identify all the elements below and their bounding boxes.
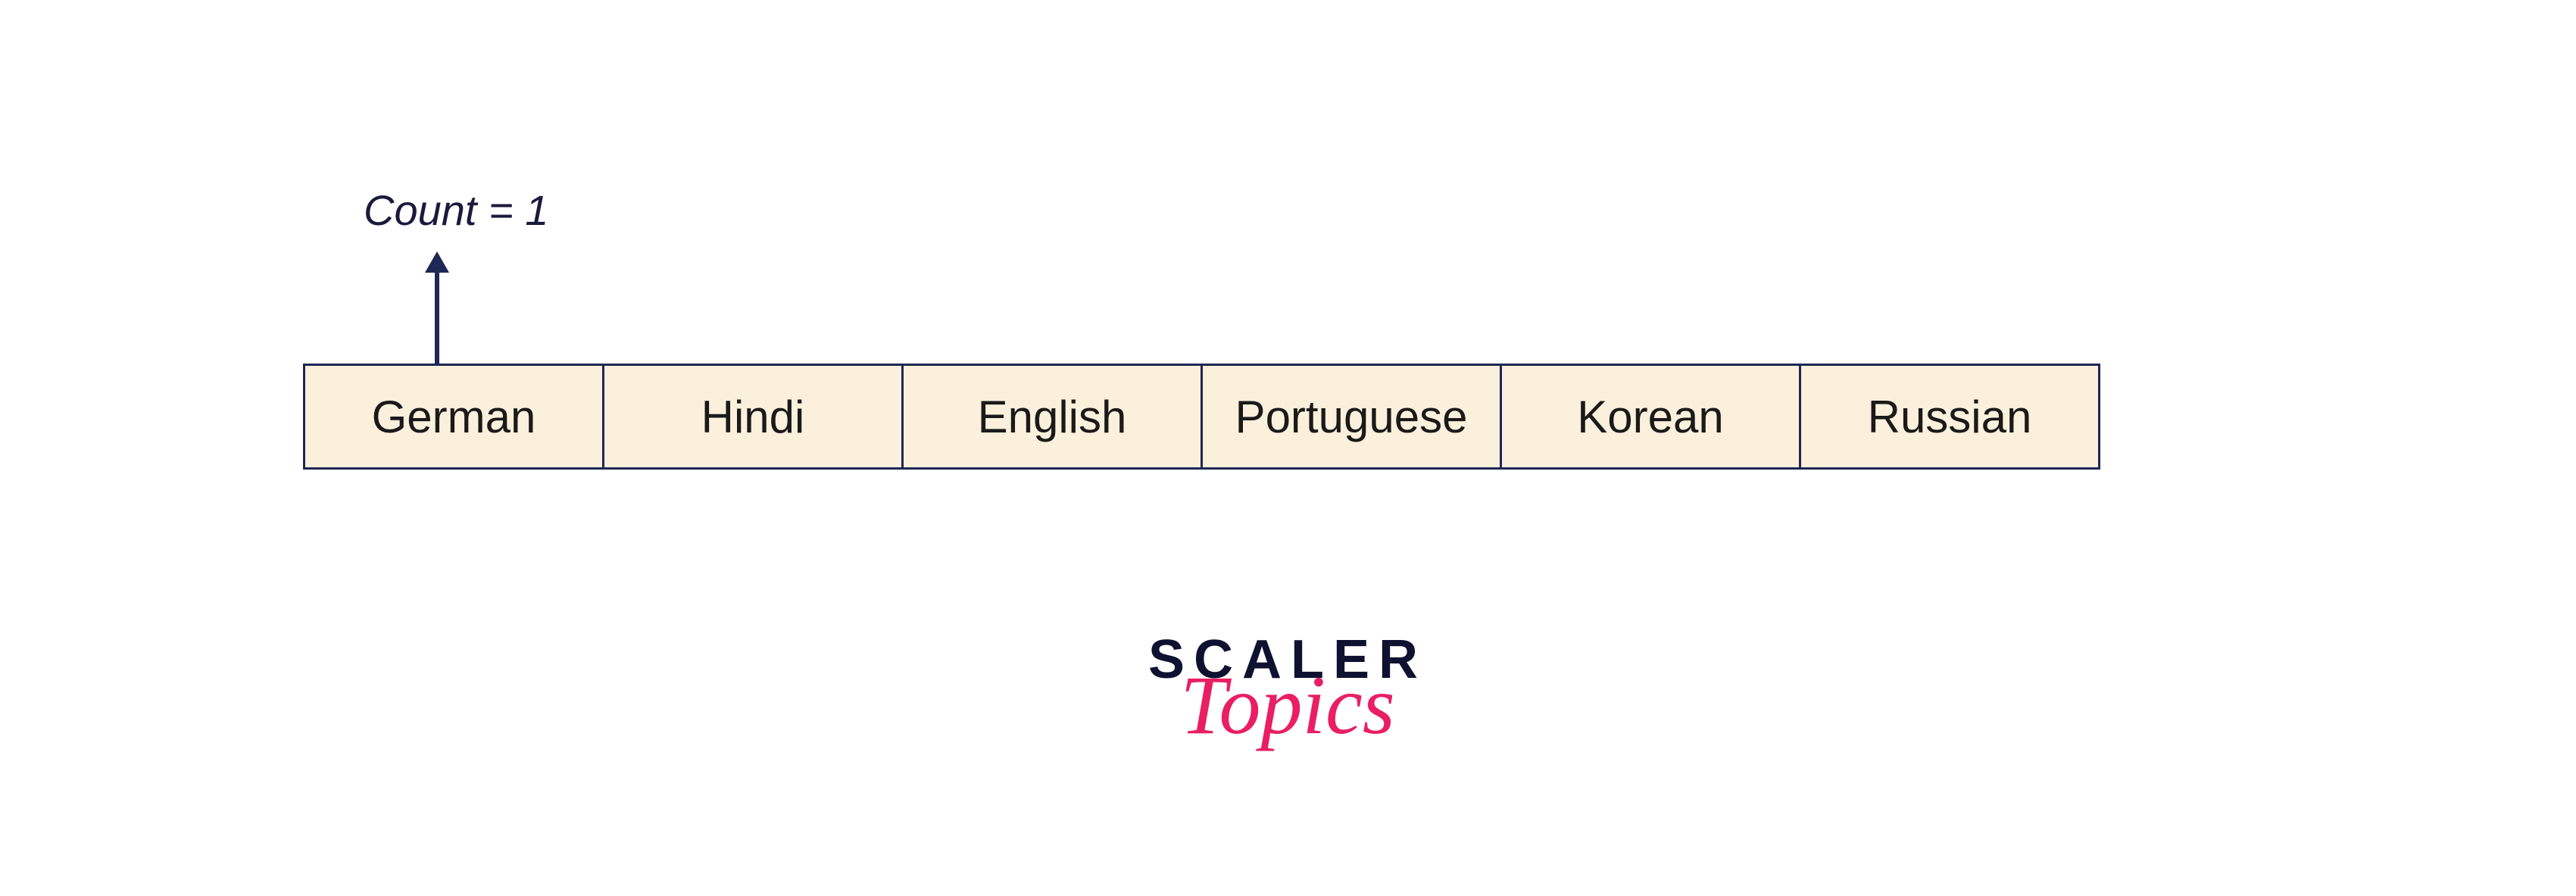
logo: SCALER Topics — [970, 629, 1606, 747]
array-row: German Hindi English Portuguese Korean R… — [303, 364, 2100, 470]
array-cell: Portuguese — [1201, 364, 1502, 470]
array-cell: Russian — [1799, 364, 2100, 470]
count-label: Count = 1 — [364, 186, 548, 235]
arrow-up-icon — [422, 251, 452, 365]
array-cell: German — [303, 364, 604, 470]
array-cell: Korean — [1500, 364, 1801, 470]
array-cell: Hindi — [602, 364, 904, 470]
array-cell: English — [901, 364, 1203, 470]
logo-topics-text: Topics — [970, 663, 1606, 747]
